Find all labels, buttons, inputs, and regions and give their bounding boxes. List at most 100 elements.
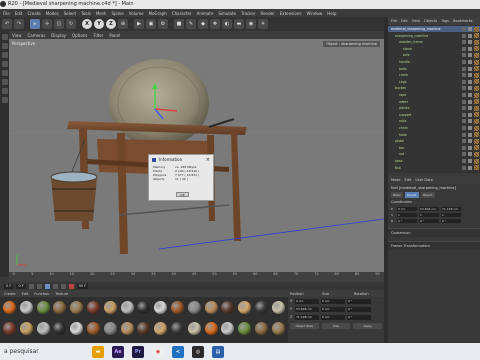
workplane-icon[interactable] [1,97,8,103]
camera-icon[interactable]: ◉ [246,19,256,29]
visibility-icon[interactable] [468,152,472,157]
material-swatch[interactable] [204,322,218,335]
material-tag-icon[interactable] [474,118,479,124]
material-swatch[interactable] [3,301,16,314]
layer-icon[interactable] [462,152,466,157]
material-swatch[interactable] [154,301,168,314]
app-taskbar-icon[interactable]: ▤ [212,345,224,358]
menu-item[interactable]: Animate [197,11,214,16]
visibility-icon[interactable] [468,145,472,150]
attribute-y-field[interactable]: 1 [419,213,439,217]
material-swatch[interactable] [238,322,252,335]
material-tag-icon[interactable] [474,72,479,78]
snapping-icon[interactable] [1,88,8,94]
material-swatch[interactable] [70,322,84,335]
polygons-mode-icon[interactable] [1,79,8,85]
material-tag-icon[interactable] [474,105,479,111]
visibility-icon[interactable] [468,73,472,78]
ok-button[interactable]: OK [176,192,189,197]
material-swatch[interactable] [3,322,16,335]
material-tag-icon[interactable] [474,33,479,39]
material-swatch[interactable] [36,301,50,314]
menu-item[interactable]: Create [27,11,40,16]
texture-mode-icon[interactable] [1,52,8,58]
object-menu-item[interactable]: Edit [401,19,408,23]
object-row[interactable]: base [388,158,480,164]
attribute-menu-item[interactable]: Edit [405,178,412,182]
object-row[interactable]: bolts [388,66,480,72]
material-tag-icon[interactable] [474,99,479,105]
menu-item[interactable]: Modes [46,11,59,16]
end-frame-field[interactable]: 90 F [76,283,89,289]
visibility-icon[interactable] [468,79,472,84]
cube-icon[interactable]: ■ [174,19,184,29]
attribute-x-field[interactable]: 0 cm [397,207,417,211]
material-tag-icon[interactable] [474,52,479,58]
z-axis-icon[interactable]: Z [106,19,116,29]
visibility-icon[interactable] [468,60,472,64]
menu-item[interactable]: MoGraph [149,11,167,16]
attribute-z-field[interactable]: 71.198 cm [441,207,461,211]
material-swatch[interactable] [221,322,235,335]
attribute-tab[interactable]: Coord. [404,192,419,198]
attribute-y-field[interactable]: 53.696 cm [419,207,439,211]
material-swatch[interactable] [87,322,100,335]
apply-button[interactable]: Apply [353,323,383,329]
material-swatch[interactable] [238,301,252,314]
visibility-icon[interactable] [468,86,472,91]
layer-icon[interactable] [462,119,466,124]
layer-icon[interactable] [462,145,466,150]
redo-icon[interactable]: ↷ [14,19,24,29]
visibility-icon[interactable] [468,40,472,45]
menu-item[interactable]: Render [260,11,274,16]
coordinate-system-icon[interactable]: ⊕ [118,19,128,29]
material-swatch[interactable] [70,301,84,314]
material-tag-icon[interactable] [474,39,479,45]
object-row[interactable]: sharpening_machine [388,33,480,39]
layer-icon[interactable] [462,126,466,130]
collapsible-group[interactable]: Freeze Transformation [388,241,480,250]
model-mode-icon[interactable] [1,43,8,49]
object-menu-item[interactable]: Tags [441,19,449,23]
points-mode-icon[interactable] [1,61,8,67]
viewport-menu-item[interactable]: Options [72,33,87,38]
visibility-icon[interactable] [468,33,472,38]
object-row[interactable]: crank [388,72,480,78]
visibility-icon[interactable] [468,106,472,111]
layer-icon[interactable] [462,53,466,58]
menu-item[interactable]: Volume [129,11,144,16]
vscode-icon[interactable]: ≺ [172,345,184,358]
subdivision-icon[interactable]: ◆ [198,19,208,29]
material-tag-icon[interactable] [474,112,479,118]
material-menu-item[interactable]: Edit [22,292,29,296]
object-row[interactable]: Null [388,165,480,171]
object-row[interactable]: medieval_sharpening_machine [388,26,480,32]
layer-icon[interactable] [462,139,466,144]
object-row[interactable]: pedal [388,138,480,144]
undo-icon[interactable]: ↶ [2,19,12,29]
visibility-icon[interactable] [468,99,472,104]
menu-item[interactable]: Spline [111,11,123,16]
material-tag-icon[interactable] [474,66,479,72]
menu-item[interactable]: Tools [81,11,91,16]
object-row[interactable]: handle [388,59,480,65]
material-tag-icon[interactable] [474,158,479,164]
menu-item[interactable]: Window [306,11,322,16]
taskbar-search[interactable]: a pesquisar [0,343,78,360]
position-field[interactable]: 0 cm [295,298,319,304]
position-field[interactable]: 53.696 cm [295,306,319,312]
viewport-menu-item[interactable]: Cameras [28,33,46,38]
object-menu-item[interactable]: Bookmarks [453,19,473,23]
visibility-icon[interactable] [468,112,472,117]
object-row[interactable]: axle [388,52,480,58]
material-tag-icon[interactable] [474,79,479,85]
live-selection-icon[interactable]: ▸ [30,19,40,29]
object-row[interactable]: support [388,112,480,118]
previous-key-icon[interactable] [36,283,42,289]
object-row[interactable]: Legs [388,79,480,85]
current-frame-field[interactable]: 0 F [16,283,26,289]
cinema4d-taskbar-icon[interactable]: ◎ [192,345,204,358]
material-swatch[interactable] [154,322,168,335]
scale-tool-icon[interactable]: ◫ [54,19,64,29]
rotation-field[interactable]: 0 ° [347,298,371,304]
